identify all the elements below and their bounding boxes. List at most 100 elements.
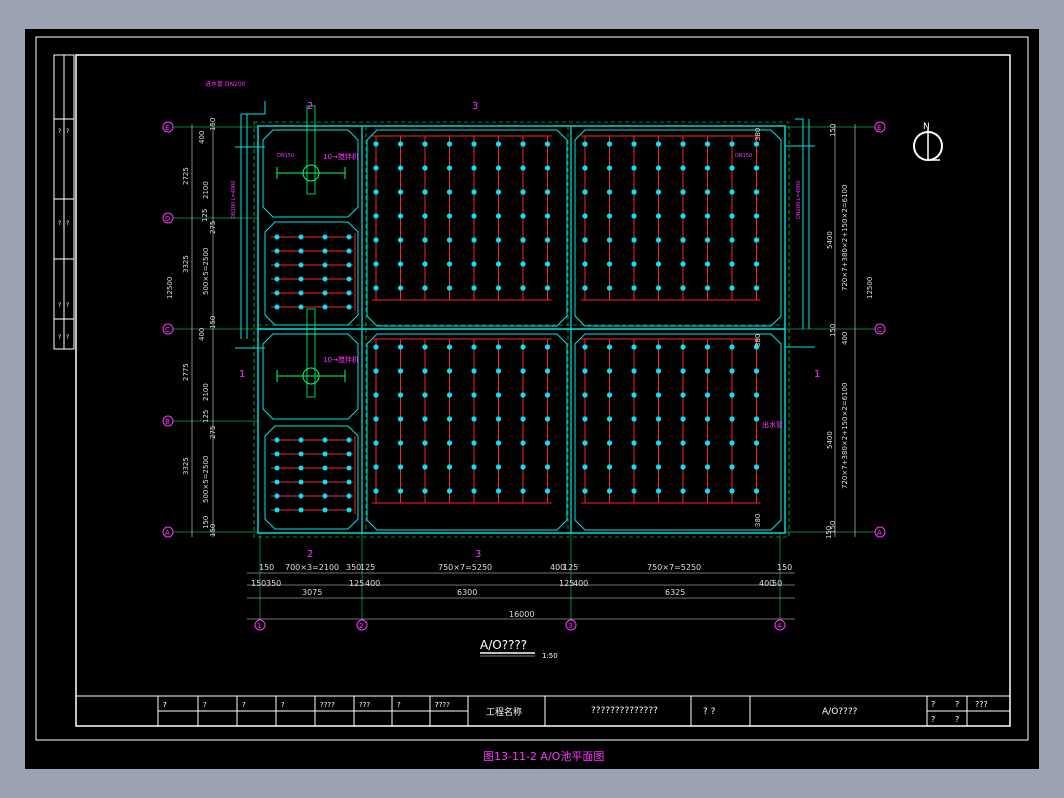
diffuser-dot <box>704 368 711 374</box>
grid-bottom-1 <box>372 338 552 504</box>
diffuser-dot <box>520 440 526 446</box>
diffuser-dot <box>655 165 662 171</box>
dim-text-left: 275 <box>209 221 217 234</box>
dim-text-bottom: 125 <box>360 563 375 572</box>
outlet-branches <box>785 145 815 348</box>
diffuser-dot <box>655 344 662 350</box>
diffuser-dot <box>471 488 477 494</box>
dim-text-right: 5400 <box>826 231 834 249</box>
diffuser-dot <box>422 285 428 291</box>
diffuser-dot <box>422 368 428 374</box>
diffuser-dot <box>373 344 379 350</box>
aerobic-chamber-1 <box>366 129 568 327</box>
diffuser-dot <box>631 285 637 291</box>
diffuser-dot <box>471 237 477 243</box>
diffuser-dot <box>582 189 588 195</box>
diffuser-dot <box>631 440 637 446</box>
aerobic-chamber-3 <box>366 333 568 531</box>
diffuser-dot <box>495 261 502 267</box>
dim-text-left: 12500 <box>166 277 174 299</box>
diffuser-dot <box>422 344 428 350</box>
dim-text-right: 720×7+380×2+150×2=6100 <box>841 185 849 291</box>
diffuser-dot <box>680 488 686 494</box>
title-block-cell: ? <box>203 701 207 709</box>
project-label: 工程名称 <box>486 706 522 718</box>
diffuser-dot <box>704 440 711 446</box>
diffuser-dot <box>631 213 637 219</box>
diffuser-dot <box>471 368 477 374</box>
diffuser-dot <box>446 285 453 291</box>
diffuser-dot <box>520 464 526 470</box>
diffuser-dot <box>373 261 379 267</box>
diffuser-dot <box>298 479 304 485</box>
diffuser-dot <box>274 234 280 240</box>
strip-text-2: ? <box>66 128 69 135</box>
diffuser-dot <box>471 344 477 350</box>
diffuser-dot <box>753 488 760 494</box>
diffuser-dot <box>471 213 477 219</box>
diffuser-dot <box>729 392 735 398</box>
dim-text-bottom: 400 <box>365 579 380 588</box>
diffuser-dot <box>680 141 686 147</box>
diffuser-dot <box>680 368 686 374</box>
title-block-cell: ? <box>242 701 246 709</box>
diffuser-dot <box>298 451 304 457</box>
diffuser-dot <box>422 440 428 446</box>
axis-label: B <box>165 418 170 426</box>
diffuser-dot <box>655 392 662 398</box>
diffuser-dot <box>495 213 502 219</box>
diffuser-dot <box>373 488 379 494</box>
diffuser-dot <box>495 237 502 243</box>
dim-text-left: 2100 <box>202 383 210 401</box>
diffuser-dot <box>422 416 428 422</box>
diffuser-dot <box>631 165 637 171</box>
diffuser-dot <box>704 261 711 267</box>
cad-viewport[interactable]: ? ? ? ? ? ? ? ? ?????????????????? 工程名称 … <box>25 29 1039 769</box>
diffuser-dot <box>520 344 526 350</box>
dim-text-left: 275 <box>209 426 217 439</box>
dim-text-bottom: 400 <box>573 579 588 588</box>
diffuser-dot <box>582 344 588 350</box>
diffuser-dot <box>655 141 662 147</box>
dim-text-bottom: 700×3=2100 <box>285 563 339 572</box>
dim-text-bottom: 150 <box>251 579 266 588</box>
diffuser-dot <box>655 368 662 374</box>
diffuser-dot <box>322 290 328 296</box>
diffuser-dot <box>422 213 428 219</box>
grid-top-1 <box>372 135 552 301</box>
aerobic-chamber-4 <box>574 333 782 531</box>
diffuser-dot <box>704 165 711 171</box>
diffuser-dot <box>520 261 526 267</box>
cad-drawing: ? ? ? ? ? ? ? ? ?????????????????? 工程名称 … <box>35 36 1029 763</box>
diffuser-dot <box>655 285 662 291</box>
diffuser-dot <box>753 141 760 147</box>
dim-text-left: 500×5=2500 <box>202 456 210 503</box>
diffuser-dot <box>346 262 352 268</box>
diffuser-dot <box>373 368 379 374</box>
diffuser-dot <box>606 416 613 422</box>
title-block-cell: ? <box>281 701 285 709</box>
axis-label: 4 <box>777 622 782 630</box>
label-vpipe-right: DN200 L=4000 <box>796 181 802 219</box>
diffuser-dot <box>520 368 526 374</box>
label-riser: DN150 <box>277 153 294 159</box>
diffuser-dot <box>631 344 637 350</box>
diffuser-dot <box>446 344 453 350</box>
diffuser-dot <box>495 141 502 147</box>
diffuser-dot <box>606 488 613 494</box>
diffuser-dot <box>446 141 453 147</box>
diffuser-dot <box>274 290 280 296</box>
dim-text-left: 150 <box>209 316 217 329</box>
label-vpipe: DN200 L=4000 <box>231 181 237 219</box>
diffuser-dot <box>544 165 551 171</box>
diffuser-dot <box>729 416 735 422</box>
diffuser-dot <box>298 304 304 310</box>
diffuser-dot <box>471 464 477 470</box>
diffuser-dot <box>582 464 588 470</box>
diffuser-dot <box>680 165 686 171</box>
diffuser-dot <box>346 493 352 499</box>
diffuser-dot <box>298 437 304 443</box>
axis-label: 3 <box>568 622 572 630</box>
diffuser-dot <box>631 261 637 267</box>
diffuser-dot <box>704 285 711 291</box>
